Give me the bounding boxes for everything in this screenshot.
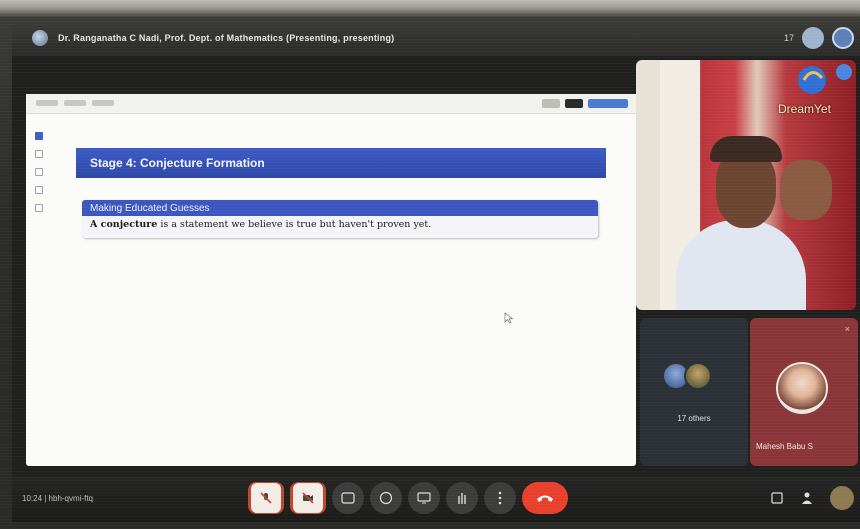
slide-heading: Stage 4: Conjecture Formation bbox=[76, 148, 606, 178]
meeting-window: Dr. Ranganatha C Nadi, Prof. Dept. of Ma… bbox=[12, 20, 860, 522]
tool-icon[interactable] bbox=[35, 186, 43, 194]
meeting-control-bar: 10:24 | hbh-qvmi-ftq bbox=[12, 476, 860, 522]
camera-off-icon bbox=[293, 483, 323, 513]
camera-toggle-button[interactable] bbox=[290, 482, 326, 514]
mic-toggle-button[interactable] bbox=[248, 482, 284, 514]
account-avatar[interactable] bbox=[830, 486, 854, 510]
close-icon[interactable]: × bbox=[845, 324, 850, 334]
raise-hand-button[interactable] bbox=[446, 482, 478, 514]
cursor-icon bbox=[504, 312, 514, 324]
captions-button[interactable] bbox=[332, 482, 364, 514]
info-icon[interactable] bbox=[766, 487, 788, 509]
brand-text: DreamYet bbox=[778, 102, 831, 116]
browser-tab[interactable] bbox=[36, 100, 58, 106]
presenter-avatar bbox=[32, 30, 48, 46]
browser-button[interactable] bbox=[542, 99, 560, 108]
bottom-right-controls bbox=[766, 486, 854, 510]
block-term: A conjecture bbox=[90, 219, 158, 230]
block-title: Making Educated Guesses bbox=[82, 200, 598, 216]
others-avatars bbox=[662, 362, 712, 390]
slide-tool-sidebar bbox=[32, 132, 46, 212]
tool-icon[interactable] bbox=[35, 132, 43, 140]
user-avatar[interactable] bbox=[802, 27, 824, 49]
browser-tabs bbox=[36, 100, 114, 106]
top-right-controls: 17 bbox=[784, 24, 854, 52]
participant-name: Mahesh Babu S bbox=[756, 442, 813, 451]
tool-icon[interactable] bbox=[35, 150, 43, 158]
participant-avatar bbox=[776, 362, 828, 414]
presenter-title: Dr. Ranganatha C Nadi, Prof. Dept. of Ma… bbox=[58, 33, 395, 43]
browser-tab[interactable] bbox=[92, 100, 114, 106]
tool-icon[interactable] bbox=[35, 168, 43, 176]
more-options-button[interactable] bbox=[484, 482, 516, 514]
people-icon[interactable] bbox=[798, 487, 820, 509]
settings-icon[interactable] bbox=[832, 27, 854, 49]
speaker-hand bbox=[780, 160, 832, 220]
others-count-label: 17 others bbox=[677, 414, 711, 423]
meeting-top-bar: Dr. Ranganatha C Nadi, Prof. Dept. of Ma… bbox=[12, 20, 860, 56]
end-call-button[interactable] bbox=[522, 482, 568, 514]
participant-tile[interactable]: × Mahesh Babu S bbox=[750, 318, 858, 466]
browser-button[interactable] bbox=[565, 99, 583, 108]
block-body: A conjecture is a statement we believe i… bbox=[82, 216, 598, 233]
slide-block: Making Educated Guesses A conjecture is … bbox=[82, 200, 598, 238]
browser-buttons bbox=[542, 99, 628, 108]
block-text: is a statement we believe is true but ha… bbox=[160, 219, 432, 230]
mic-off-icon bbox=[251, 483, 281, 513]
others-tile[interactable]: 17 others bbox=[640, 318, 748, 466]
browser-chrome bbox=[26, 94, 636, 114]
shared-screen: Stage 4: Conjecture Formation Making Edu… bbox=[26, 94, 636, 466]
browser-tab[interactable] bbox=[64, 100, 86, 106]
participant-avatar bbox=[684, 362, 712, 390]
call-controls bbox=[248, 482, 568, 514]
emoji-button[interactable] bbox=[370, 482, 402, 514]
share-button[interactable] bbox=[588, 99, 628, 108]
tool-icon[interactable] bbox=[35, 204, 43, 212]
speaker-cap bbox=[710, 136, 782, 162]
meeting-info: 10:24 | hbh-qvmi-ftq bbox=[22, 494, 94, 503]
top-counter: 17 bbox=[783, 33, 794, 43]
present-button[interactable] bbox=[408, 482, 440, 514]
brand-logo-icon bbox=[798, 64, 852, 94]
